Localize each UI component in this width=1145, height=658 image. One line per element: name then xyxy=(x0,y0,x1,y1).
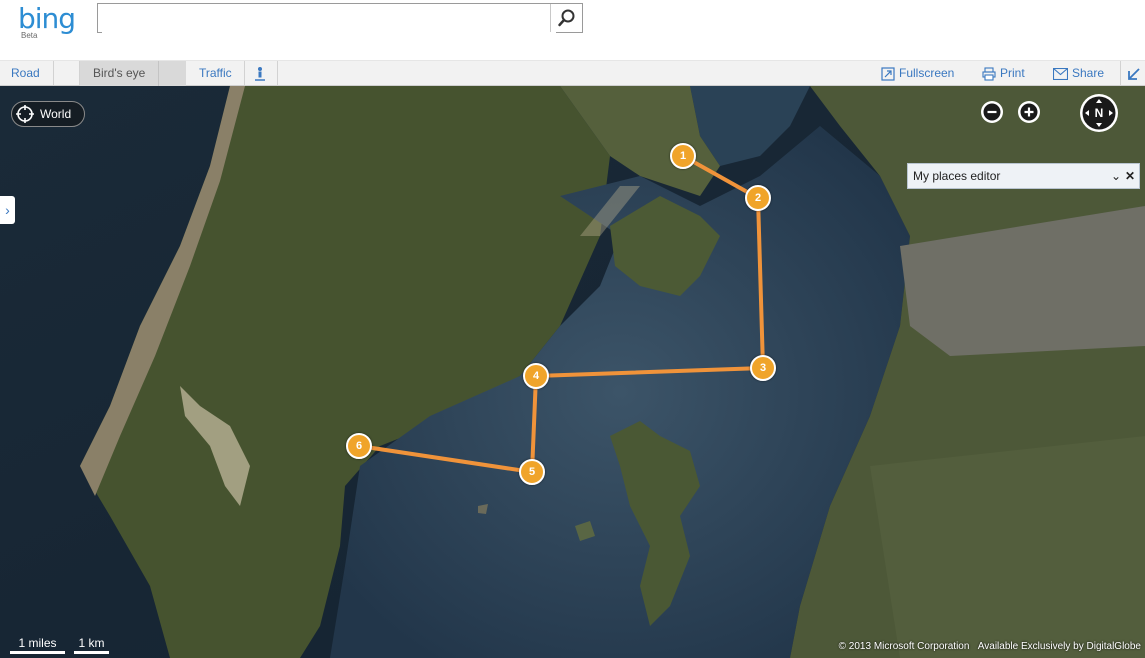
scale-km: 1 km xyxy=(74,636,109,654)
close-icon[interactable]: ✕ xyxy=(1125,169,1135,183)
arrow-down-left-icon xyxy=(1128,68,1140,80)
streetside-button[interactable] xyxy=(254,61,266,86)
waypoint-marker[interactable]: 1 xyxy=(670,143,696,169)
my-places-editor: My places editor ⌄ ✕ xyxy=(907,163,1140,189)
traffic-label: Traffic xyxy=(199,66,232,80)
traffic-button[interactable]: Traffic xyxy=(199,61,232,86)
zoom-in-button[interactable] xyxy=(1017,100,1041,124)
birds-eye-split xyxy=(158,61,159,86)
print-button[interactable]: Print xyxy=(982,61,1025,86)
waypoint-marker[interactable]: 2 xyxy=(745,185,771,211)
toolbar-divider xyxy=(1120,61,1121,86)
birds-eye-view-button[interactable]: Bird's eye xyxy=(80,61,186,86)
share-button[interactable]: Share xyxy=(1053,61,1104,86)
road-view-button[interactable]: Road xyxy=(11,61,40,86)
places-editor-title: My places editor xyxy=(913,169,1001,183)
copyright-text: © 2013 Microsoft Corporation Available E… xyxy=(839,641,1141,652)
print-label: Print xyxy=(1000,66,1025,80)
print-icon xyxy=(982,67,996,81)
toolbar-divider xyxy=(53,61,54,86)
map-toolbar: Road Bird's eye Traffic Fullscreen Print… xyxy=(0,60,1145,86)
imagery-credit: Available Exclusively by DigitalGlobe xyxy=(977,641,1141,652)
collapse-icon[interactable]: ⌄ xyxy=(1111,169,1121,183)
locate-icon xyxy=(16,105,34,123)
search-button[interactable] xyxy=(550,4,582,32)
header: bing Beta xyxy=(0,0,1145,60)
copyright: © 2013 Microsoft Corporation xyxy=(838,641,970,652)
person-icon xyxy=(255,66,265,81)
expand-panel-tab[interactable]: › xyxy=(0,196,15,224)
world-label: World xyxy=(40,107,72,121)
birds-eye-label: Bird's eye xyxy=(93,66,146,80)
toolbar-divider xyxy=(277,61,278,86)
bing-logo[interactable]: bing Beta xyxy=(18,2,76,41)
share-label: Share xyxy=(1072,66,1105,80)
world-view-button[interactable]: World xyxy=(11,101,85,127)
waypoint-marker[interactable]: 5 xyxy=(519,459,545,485)
logo-text: bing xyxy=(18,2,76,35)
fullscreen-icon xyxy=(881,67,895,81)
search-box xyxy=(97,3,583,33)
collapse-button[interactable] xyxy=(1127,61,1141,86)
waypoint-marker[interactable]: 6 xyxy=(346,433,372,459)
waypoint-marker[interactable]: 4 xyxy=(523,363,549,389)
zoom-out-button[interactable] xyxy=(980,100,1004,124)
compass-control[interactable]: N xyxy=(1079,93,1119,133)
chevron-right-icon: › xyxy=(5,202,10,218)
map-canvas[interactable]: 1 2 3 4 5 6 World › N My places editor ⌄… xyxy=(0,86,1145,658)
road-label: Road xyxy=(11,66,40,80)
fullscreen-label: Fullscreen xyxy=(899,66,955,80)
compass-north-label: N xyxy=(1094,106,1104,120)
scale-miles: 1 miles xyxy=(10,636,65,654)
waypoint-marker[interactable]: 3 xyxy=(750,355,776,381)
mail-icon xyxy=(1053,67,1068,80)
search-icon xyxy=(557,9,574,27)
fullscreen-button[interactable]: Fullscreen xyxy=(881,61,954,86)
search-input[interactable] xyxy=(102,5,556,33)
toolbar-divider xyxy=(244,61,245,86)
